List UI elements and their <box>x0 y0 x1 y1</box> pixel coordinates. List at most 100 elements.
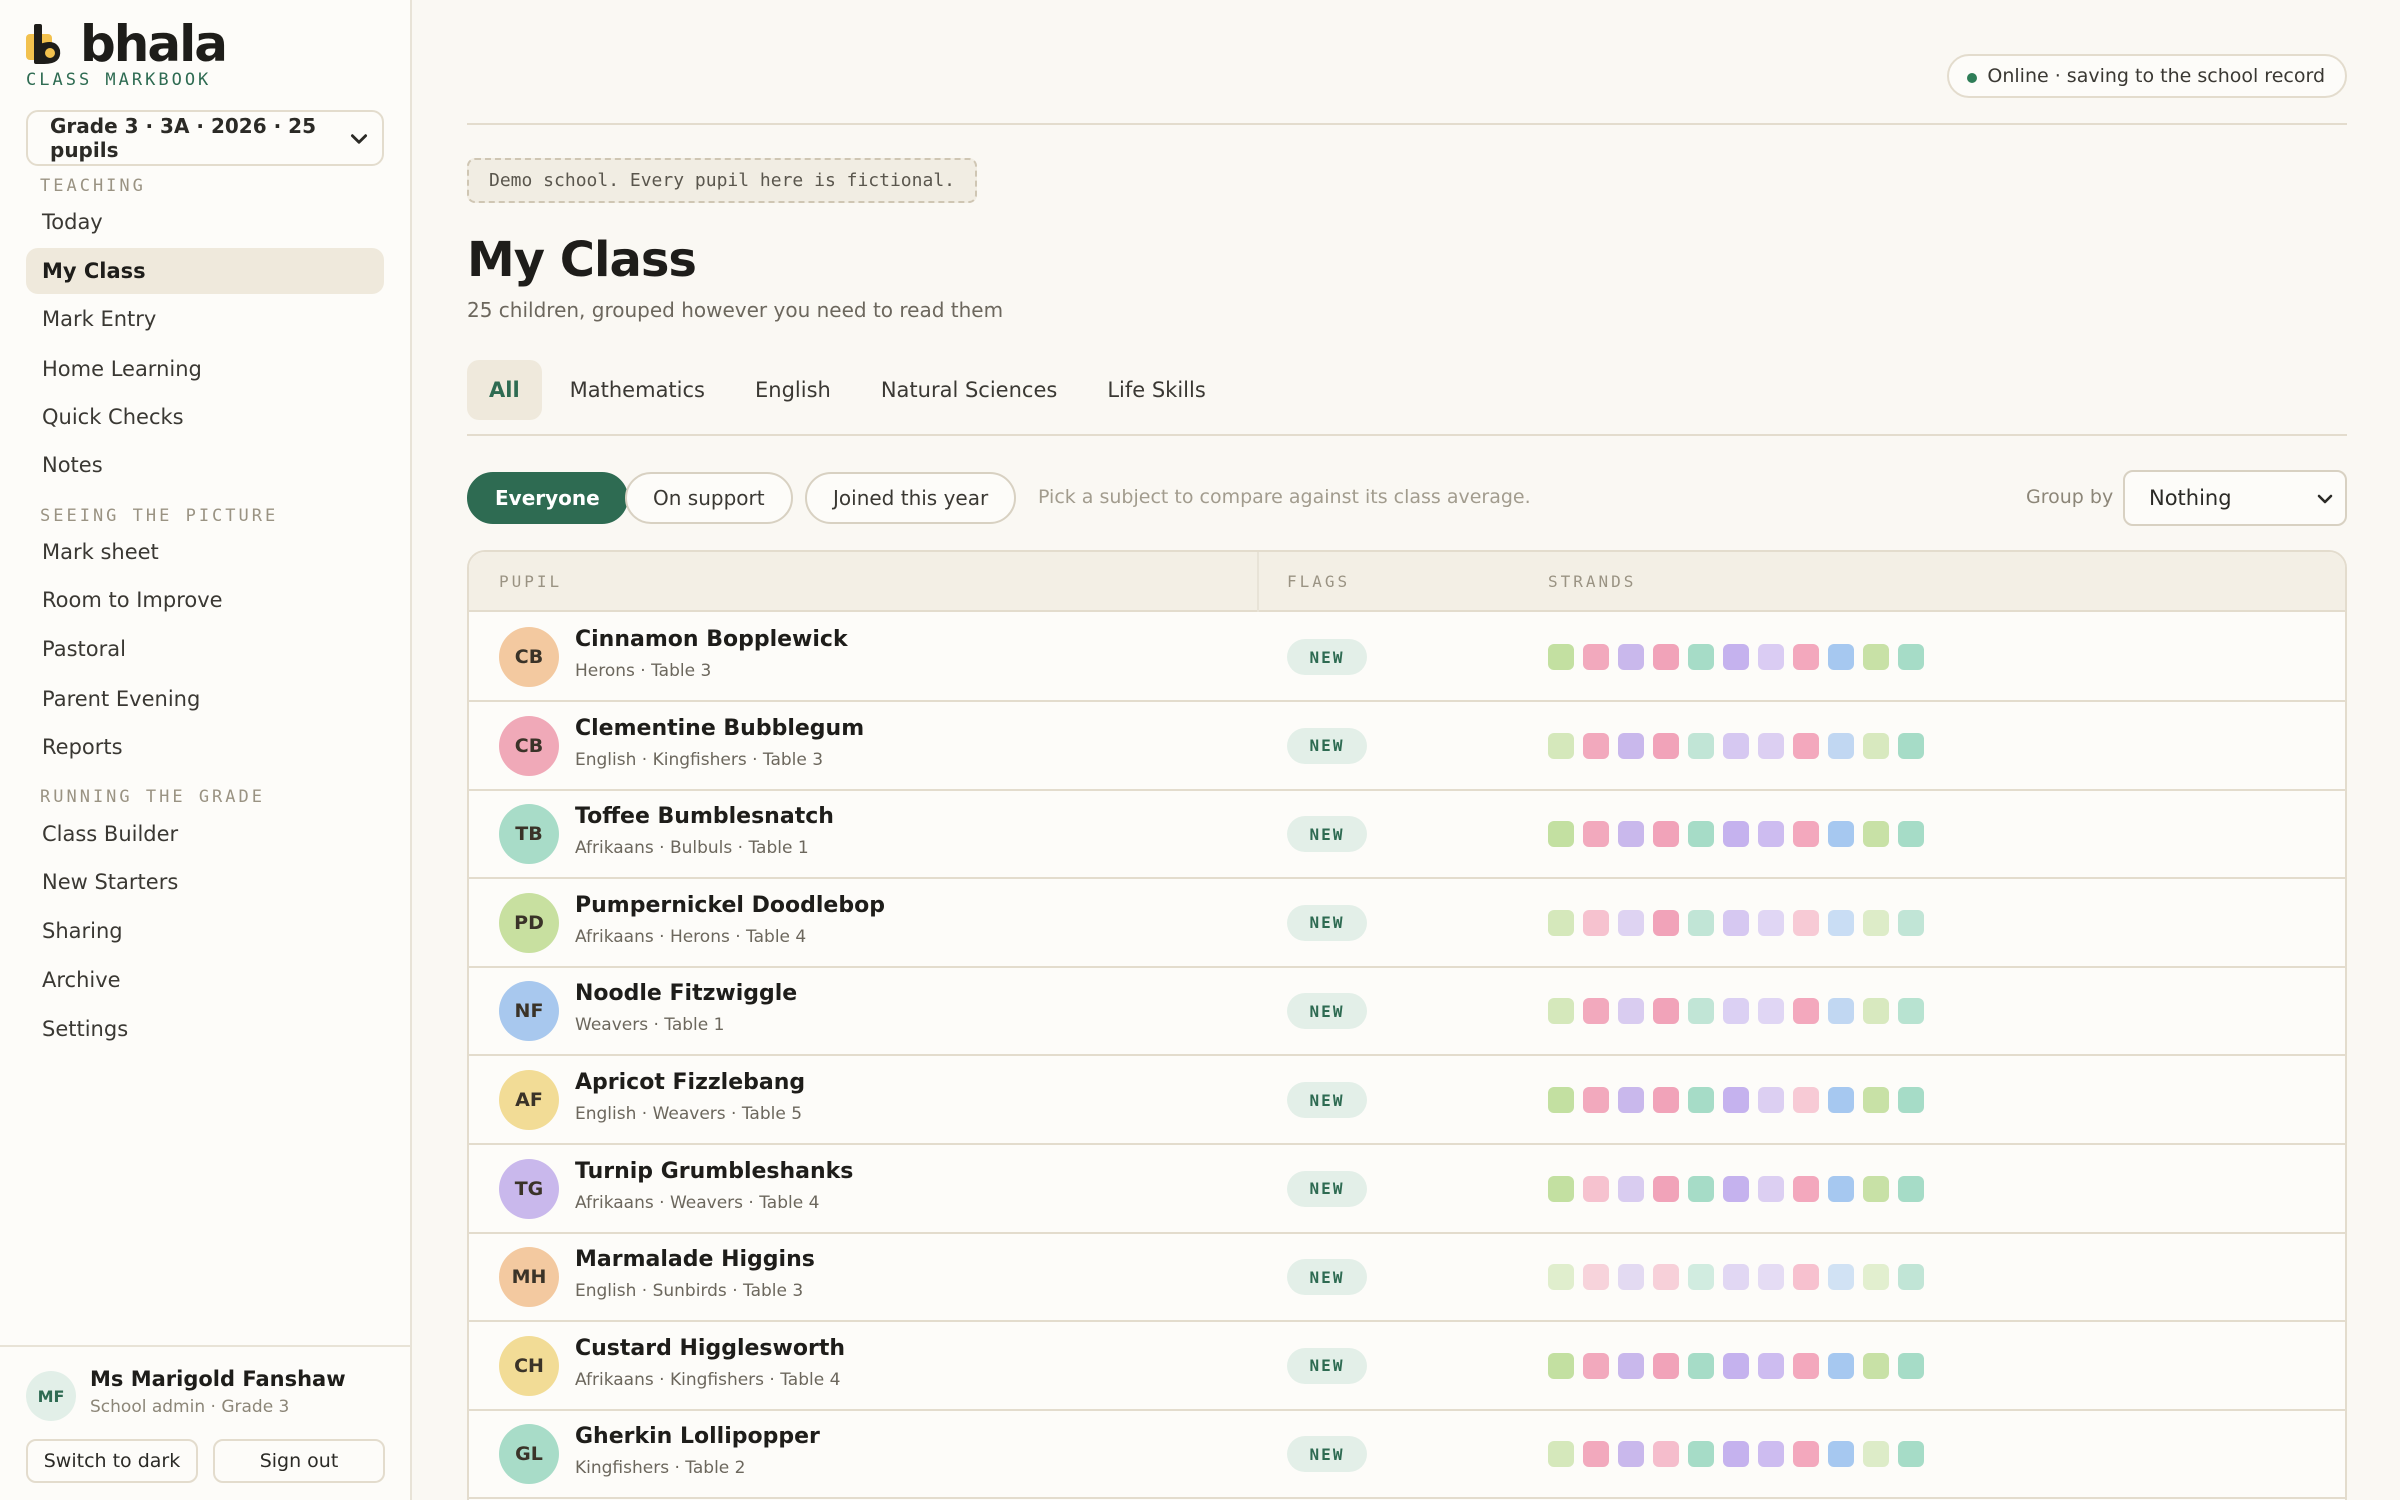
strand-square[interactable] <box>1758 1264 1784 1291</box>
strand-square[interactable] <box>1828 1352 1854 1379</box>
strand-square[interactable] <box>1688 732 1714 759</box>
strand-square[interactable] <box>1618 1175 1644 1202</box>
strand-square[interactable] <box>1898 644 1924 670</box>
pupil-name[interactable]: Clementine Bubblegum <box>575 716 864 741</box>
strand-square[interactable] <box>1758 821 1784 848</box>
strand-square[interactable] <box>1688 998 1714 1025</box>
strand-square[interactable] <box>1898 1352 1924 1379</box>
strand-square[interactable] <box>1688 1441 1714 1468</box>
strand-square[interactable] <box>1653 644 1679 670</box>
strand-square[interactable] <box>1723 1175 1749 1202</box>
sidebar-item-sharing[interactable]: Sharing <box>26 908 384 954</box>
table-row[interactable]: MH Marmalade Higgins English · Sunbirds · … <box>469 1233 2345 1323</box>
switch-theme-button[interactable]: Switch to dark <box>26 1439 198 1483</box>
strand-square[interactable] <box>1898 821 1924 848</box>
strand-square[interactable] <box>1828 732 1854 759</box>
pupil-name[interactable]: Custard Higglesworth <box>575 1336 845 1361</box>
sidebar-item-parent-evening[interactable]: Parent Evening <box>26 676 384 722</box>
strand-square[interactable] <box>1688 821 1714 848</box>
strand-square[interactable] <box>1723 644 1749 670</box>
strand-square[interactable] <box>1548 732 1574 759</box>
strand-square[interactable] <box>1723 732 1749 759</box>
strand-square[interactable] <box>1653 1441 1679 1468</box>
sidebar-item-notes[interactable]: Notes <box>26 442 384 488</box>
strand-square[interactable] <box>1583 1087 1609 1113</box>
strand-square[interactable] <box>1793 732 1819 759</box>
strand-square[interactable] <box>1863 1352 1889 1379</box>
avatar[interactable]: MF <box>26 1371 76 1421</box>
table-row[interactable]: CB Clementine Bubblegum English · Kingfish… <box>469 702 2345 791</box>
strand-square[interactable] <box>1828 1087 1854 1113</box>
strand-square[interactable] <box>1828 1175 1854 1202</box>
strand-square[interactable] <box>1618 732 1644 759</box>
sidebar-item-room-to-improve[interactable]: Room to Improve <box>26 577 384 623</box>
tab-life-skills[interactable]: Life Skills <box>1085 360 1227 420</box>
strand-square[interactable] <box>1583 732 1609 759</box>
strand-square[interactable] <box>1618 998 1644 1025</box>
sidebar-item-new-starters[interactable]: New Starters <box>26 859 384 905</box>
strand-square[interactable] <box>1793 1264 1819 1291</box>
strand-square[interactable] <box>1793 644 1819 670</box>
tab-all[interactable]: All <box>467 360 542 420</box>
strand-square[interactable] <box>1583 998 1609 1025</box>
strand-square[interactable] <box>1618 1264 1644 1291</box>
strand-square[interactable] <box>1548 1352 1574 1379</box>
table-row[interactable]: TB Toffee Bumblesnatch Afrikaans · Bulbuls… <box>469 790 2345 880</box>
strand-square[interactable] <box>1793 1441 1819 1468</box>
strand-square[interactable] <box>1793 998 1819 1025</box>
strand-square[interactable] <box>1723 909 1749 936</box>
tab-mathematics[interactable]: Mathematics <box>548 360 727 420</box>
strand-square[interactable] <box>1548 998 1574 1025</box>
sign-out-button[interactable]: Sign out <box>213 1439 385 1483</box>
column-header-flags[interactable]: FLAGS <box>1287 572 1350 591</box>
filter-chip-on-support[interactable]: On support <box>625 472 793 524</box>
strand-square[interactable] <box>1583 644 1609 670</box>
pupil-name[interactable]: Marmalade Higgins <box>575 1247 815 1272</box>
strand-square[interactable] <box>1548 1175 1574 1202</box>
strand-square[interactable] <box>1863 1441 1889 1468</box>
table-row[interactable]: CB Cinnamon Bopplewick Herons · Table 3 NEW <box>469 613 2345 702</box>
strand-square[interactable] <box>1653 1175 1679 1202</box>
sidebar-item-pastoral[interactable]: Pastoral <box>26 626 384 672</box>
strand-square[interactable] <box>1653 909 1679 936</box>
strand-square[interactable] <box>1548 909 1574 936</box>
strand-square[interactable] <box>1758 1441 1784 1468</box>
strand-square[interactable] <box>1583 909 1609 936</box>
strand-square[interactable] <box>1758 644 1784 670</box>
strand-square[interactable] <box>1548 644 1574 670</box>
strand-square[interactable] <box>1863 909 1889 936</box>
strand-square[interactable] <box>1688 644 1714 670</box>
strand-square[interactable] <box>1653 821 1679 848</box>
strand-square[interactable] <box>1548 1264 1574 1291</box>
table-row[interactable]: NF Noodle Fitzwiggle Weavers · Table 1 NEW <box>469 967 2345 1057</box>
pupil-name[interactable]: Turnip Grumbleshanks <box>575 1159 853 1184</box>
strand-square[interactable] <box>1793 1087 1819 1113</box>
sidebar-item-class-builder[interactable]: Class Builder <box>26 811 384 857</box>
strand-square[interactable] <box>1723 1352 1749 1379</box>
strand-square[interactable] <box>1898 1087 1924 1113</box>
filter-chip-joined-this-year[interactable]: Joined this year <box>805 472 1017 524</box>
strand-square[interactable] <box>1723 1087 1749 1113</box>
sidebar-item-reports[interactable]: Reports <box>26 724 384 770</box>
table-row[interactable]: AF Apricot Fizzlebang English · Weavers · … <box>469 1056 2345 1145</box>
column-header-strands[interactable]: STRANDS <box>1548 572 1636 591</box>
strand-square[interactable] <box>1758 1087 1784 1113</box>
pupil-name[interactable]: Toffee Bumblesnatch <box>575 804 834 829</box>
strand-square[interactable] <box>1548 1441 1574 1468</box>
strand-square[interactable] <box>1828 998 1854 1025</box>
pupil-name[interactable]: Gherkin Lollipopper <box>575 1424 820 1449</box>
strand-square[interactable] <box>1828 1264 1854 1291</box>
strand-square[interactable] <box>1653 1264 1679 1291</box>
strand-square[interactable] <box>1548 1087 1574 1113</box>
strand-square[interactable] <box>1653 732 1679 759</box>
strand-square[interactable] <box>1548 821 1574 848</box>
strand-square[interactable] <box>1723 1441 1749 1468</box>
sidebar-item-home-learning[interactable]: Home Learning <box>26 346 384 392</box>
strand-square[interactable] <box>1583 1441 1609 1468</box>
filter-chip-everyone[interactable]: Everyone <box>467 472 628 524</box>
strand-square[interactable] <box>1583 1264 1609 1291</box>
sidebar-item-mark-entry[interactable]: Mark Entry <box>26 296 384 342</box>
strand-square[interactable] <box>1583 821 1609 848</box>
strand-square[interactable] <box>1688 1264 1714 1291</box>
strand-square[interactable] <box>1863 732 1889 759</box>
